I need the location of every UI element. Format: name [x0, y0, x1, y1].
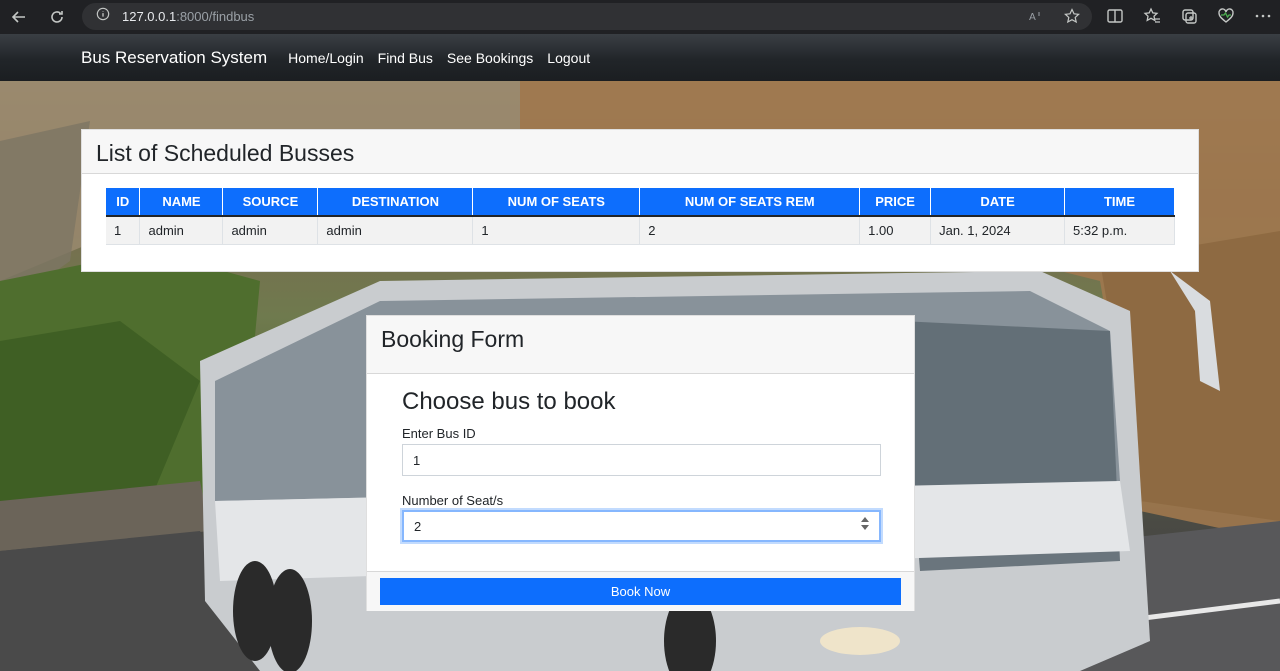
column-header-price: PRICE: [859, 188, 932, 217]
column-header-name: NAME: [139, 188, 224, 217]
bus-id-input-value: 1: [413, 452, 421, 468]
address-bar[interactable]: 127.0.0.1:8000/findbus A: [82, 3, 1092, 30]
column-header-time: TIME: [1064, 188, 1175, 217]
nav-link-see-bookings[interactable]: See Bookings: [447, 50, 533, 66]
favorite-star-icon[interactable]: [1064, 8, 1080, 29]
cell-time: 5:32 p.m.: [1064, 216, 1175, 245]
refresh-icon[interactable]: [47, 7, 67, 27]
svg-text:A: A: [1029, 12, 1036, 23]
column-header-id: ID: [106, 188, 141, 217]
cell-date: Jan. 1, 2024: [930, 216, 1066, 245]
more-icon[interactable]: [1254, 7, 1272, 30]
nav-link-home-login[interactable]: Home/Login: [288, 50, 364, 66]
site-info-icon[interactable]: [96, 7, 110, 26]
read-aloud-icon[interactable]: A: [1028, 8, 1044, 29]
book-now-button[interactable]: Book Now: [380, 578, 901, 605]
bus-list-card-header: List of Scheduled Busses: [82, 130, 1198, 174]
booking-form-title: Booking Form: [381, 326, 525, 352]
stepper-up-icon[interactable]: [861, 517, 869, 522]
column-header-num-of-seats-rem: NUM OF SEATS REM: [639, 188, 861, 217]
cell-name: admin: [139, 216, 224, 245]
column-header-date: DATE: [930, 188, 1066, 217]
cell-price: 1.00: [859, 216, 932, 245]
cell-source: admin: [222, 216, 319, 245]
seats-number-input[interactable]: 2: [402, 510, 881, 542]
table-row: 1 admin admin admin 1 2 1.00 Jan. 1, 202…: [106, 216, 1175, 245]
browser-essentials-icon[interactable]: [1217, 7, 1235, 30]
bus-id-input[interactable]: 1: [402, 444, 881, 476]
stepper-down-icon[interactable]: [861, 525, 869, 530]
url-host: 127.0.0.1: [122, 9, 177, 24]
seats-input-value: 2: [414, 518, 422, 534]
seats-label: Number of Seat/s: [402, 493, 504, 508]
bus-list-card: List of Scheduled Busses ID NAME SOURCE …: [81, 129, 1199, 272]
booking-form-heading: Choose bus to book: [402, 388, 616, 415]
split-screen-icon[interactable]: [1106, 7, 1124, 30]
url-path: :8000/findbus: [176, 9, 255, 24]
favorites-icon[interactable]: [1143, 7, 1161, 30]
cell-destination: admin: [317, 216, 474, 245]
booking-form-card: Booking Form Choose bus to book Enter Bu…: [366, 315, 915, 611]
navbar-brand[interactable]: Bus Reservation System: [81, 48, 267, 68]
column-header-source: SOURCE: [222, 188, 319, 217]
collections-icon[interactable]: [1180, 7, 1198, 30]
navbar: Bus Reservation System Home/Login Find B…: [0, 34, 1280, 81]
nav-link-find-bus[interactable]: Find Bus: [378, 50, 433, 66]
back-icon[interactable]: [9, 7, 29, 27]
bus-table: ID NAME SOURCE DESTINATION NUM OF SEATS …: [106, 188, 1175, 245]
cell-id: 1: [106, 216, 141, 245]
booking-form-footer: Book Now: [367, 571, 914, 611]
column-header-destination: DESTINATION: [317, 188, 474, 217]
browser-toolbar: 127.0.0.1:8000/findbus A: [0, 0, 1280, 34]
column-header-num-of-seats: NUM OF SEATS: [472, 188, 641, 217]
cell-num-of-seats: 1: [472, 216, 641, 245]
bus-id-label: Enter Bus ID: [402, 426, 476, 441]
bus-list-title: List of Scheduled Busses: [96, 140, 355, 166]
booking-form-header: Booking Form: [367, 316, 914, 374]
table-header-row: ID NAME SOURCE DESTINATION NUM OF SEATS …: [106, 188, 1175, 217]
nav-link-logout[interactable]: Logout: [547, 50, 590, 66]
seats-stepper[interactable]: [861, 517, 869, 530]
cell-num-of-seats-rem: 2: [639, 216, 861, 245]
